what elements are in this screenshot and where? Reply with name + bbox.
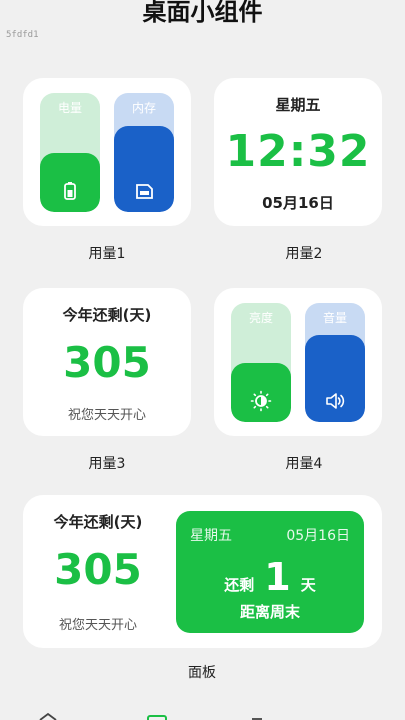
countdown-title: 今年还剩(天): [62, 306, 152, 324]
countdown-days: 305: [63, 338, 151, 387]
sd-card-icon: [136, 184, 153, 199]
usage-widget-1[interactable]: 电量 内存: [23, 78, 191, 226]
volume-fill: [305, 335, 365, 422]
weekend-weekday: 星期五: [190, 528, 232, 544]
page-title: 桌面小组件: [142, 0, 263, 26]
battery-icon: [64, 182, 76, 200]
home-icon[interactable]: [37, 710, 59, 720]
volume-icon: [326, 393, 345, 409]
panel-countdown-days: 305: [54, 545, 142, 594]
battery-fill: [40, 152, 100, 212]
memory-bar: 内存: [114, 93, 174, 212]
weekend-date: 05月16日: [286, 528, 350, 544]
weekend-days-unit: 天: [300, 576, 316, 594]
countdown-wish: 祝您天天开心: [67, 408, 146, 423]
brightness-fill: [231, 362, 291, 422]
brightness-bar: 亮度: [231, 303, 291, 422]
widgets-icon[interactable]: [146, 710, 168, 720]
profile-icon[interactable]: [246, 710, 268, 720]
volume-bar: 音量: [305, 303, 365, 422]
battery-bar: 电量: [40, 93, 100, 212]
battery-label: 电量: [57, 101, 82, 115]
brightness-label: 亮度: [248, 311, 273, 325]
weekend-days-number: 1: [264, 555, 291, 599]
panel-countdown: 今年还剩(天) 305 祝您天天开心: [23, 495, 173, 648]
usage-widget-4[interactable]: 亮度 音量: [214, 288, 382, 436]
debug-label: 5fdfd1: [6, 30, 39, 40]
caption-usage-1: 用量1: [88, 246, 126, 262]
memory-fill: [114, 126, 174, 212]
caption-panel: 面板: [188, 665, 216, 681]
clock-date: 05月16日: [262, 194, 334, 212]
clock-widget[interactable]: 星期五 12:32 05月16日: [214, 78, 382, 226]
bottom-nav: [0, 710, 405, 720]
clock-time: 12:32: [225, 126, 371, 177]
panel-widget[interactable]: 今年还剩(天) 305 祝您天天开心 星期五 05月16日 还剩 1 天 距离周末: [23, 495, 382, 648]
weekend-remaining-row: 还剩 1 天: [176, 555, 364, 599]
countdown-widget[interactable]: 今年还剩(天) 305 祝您天天开心: [23, 288, 191, 436]
caption-usage-2: 用量2: [285, 246, 323, 262]
weekend-until-label: 距离周末: [239, 603, 300, 621]
caption-usage-4: 用量4: [285, 456, 323, 472]
memory-label: 内存: [131, 101, 156, 115]
panel-countdown-title: 今年还剩(天): [53, 513, 143, 531]
brightness-icon: [250, 390, 272, 412]
panel-countdown-wish: 祝您天天开心: [58, 618, 137, 633]
clock-weekday: 星期五: [275, 96, 321, 114]
volume-label: 音量: [322, 311, 347, 325]
caption-usage-3: 用量3: [88, 456, 126, 472]
weekend-countdown: 星期五 05月16日 还剩 1 天 距离周末: [176, 511, 364, 633]
weekend-remain-label: 还剩: [224, 576, 255, 594]
